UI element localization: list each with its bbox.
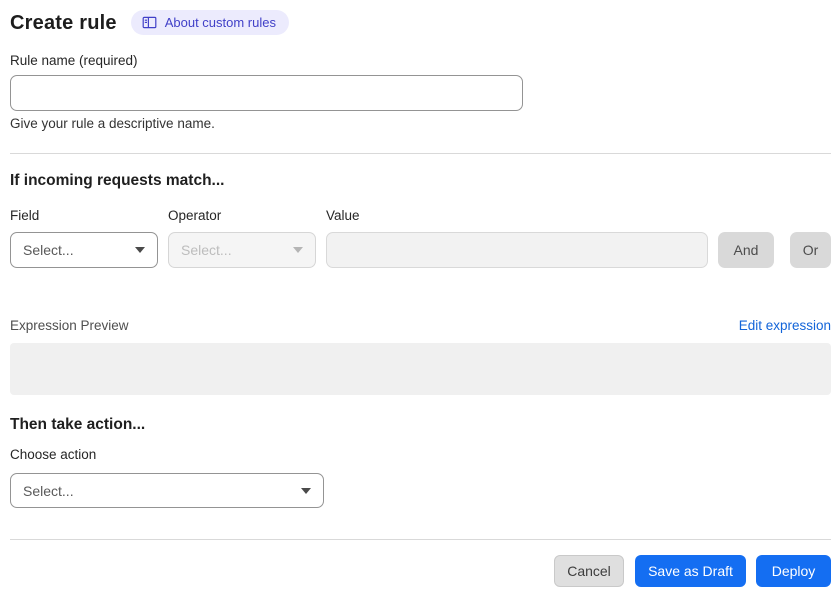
match-controls-row: Select... Select... And Or bbox=[10, 232, 831, 268]
chevron-down-icon bbox=[301, 487, 311, 494]
action-section-heading: Then take action... bbox=[10, 416, 146, 433]
operator-label: Operator bbox=[168, 208, 222, 223]
header: Create rule About custom rules bbox=[10, 10, 831, 35]
field-label: Field bbox=[10, 208, 40, 223]
cancel-button[interactable]: Cancel bbox=[554, 555, 624, 587]
page-title: Create rule bbox=[10, 11, 117, 34]
footer-actions: Cancel Save as Draft Deploy bbox=[10, 555, 831, 587]
edit-expression-link[interactable]: Edit expression bbox=[739, 319, 831, 333]
operator-select-placeholder: Select... bbox=[181, 242, 232, 258]
choose-action-select[interactable]: Select... bbox=[10, 473, 324, 508]
footer-divider bbox=[10, 539, 831, 540]
expression-preview-label: Expression Preview bbox=[10, 318, 129, 333]
value-input[interactable] bbox=[326, 232, 708, 268]
value-label: Value bbox=[326, 208, 360, 223]
or-button[interactable]: Or bbox=[790, 232, 831, 268]
field-select[interactable]: Select... bbox=[10, 232, 158, 268]
operator-select[interactable]: Select... bbox=[168, 232, 316, 268]
about-badge-label: About custom rules bbox=[164, 14, 276, 30]
chevron-down-icon bbox=[293, 247, 303, 253]
deploy-button[interactable]: Deploy bbox=[756, 555, 831, 587]
create-rule-form: Create rule About custom rules Rule name… bbox=[0, 0, 839, 587]
field-select-placeholder: Select... bbox=[23, 242, 74, 258]
expression-preview-box bbox=[10, 343, 831, 395]
choose-action-label: Choose action bbox=[10, 447, 97, 462]
expression-preview-row: Expression Preview Edit expression bbox=[10, 319, 831, 333]
rule-name-block: Rule name (required) Give your rule a de… bbox=[10, 54, 831, 131]
choose-action-placeholder: Select... bbox=[23, 482, 74, 499]
rule-name-input[interactable] bbox=[10, 75, 523, 111]
chevron-down-icon bbox=[135, 247, 145, 253]
rule-name-help-text: Give your rule a descriptive name. bbox=[10, 116, 215, 131]
match-labels-row: Field Operator Value bbox=[10, 209, 831, 223]
save-as-draft-button[interactable]: Save as Draft bbox=[635, 555, 746, 587]
section-divider bbox=[10, 153, 831, 154]
about-custom-rules-badge[interactable]: About custom rules bbox=[130, 10, 289, 35]
book-icon bbox=[142, 15, 157, 30]
and-button[interactable]: And bbox=[718, 232, 774, 268]
match-section-heading: If incoming requests match... bbox=[10, 172, 225, 189]
rule-name-label: Rule name (required) bbox=[10, 53, 138, 68]
